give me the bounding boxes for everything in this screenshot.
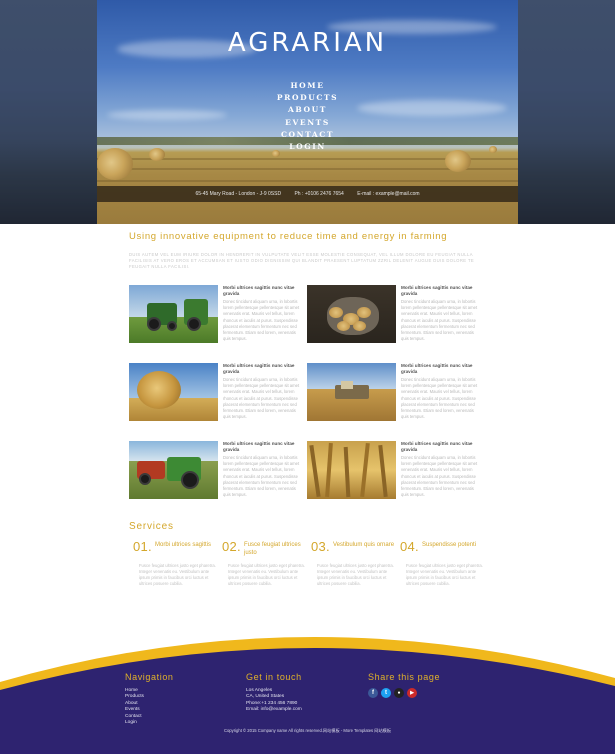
- service-text: Fusce feugiat ultrices justo eget pharet…: [139, 563, 216, 586]
- feature-card: Morbi ultrices sagittis nunc vitae gravi…: [129, 441, 304, 509]
- service-text: Fusce feugiat ultrices justo eget pharet…: [317, 563, 394, 586]
- nav-events[interactable]: EVENTS: [97, 117, 518, 129]
- main-nav: HOME PRODUCTS ABOUT EVENTS CONTACT LOGIN: [97, 80, 518, 153]
- harvester-image: [307, 363, 396, 421]
- wheat-image: [307, 441, 396, 499]
- feature-card: Morbi ultrices sagittis nunc vitae gravi…: [129, 285, 304, 353]
- social-icons: f t ● ▶: [368, 688, 440, 698]
- phone-text: Ph : +0106 2476 7654: [294, 191, 344, 197]
- email-text[interactable]: E-mail : example@mail.com: [357, 191, 419, 197]
- footer-share: Share this page f t ● ▶: [368, 672, 440, 698]
- flickr-icon[interactable]: ●: [394, 688, 404, 698]
- service-title[interactable]: Morbi ultrices sagittis: [155, 541, 221, 549]
- hero-banner: AGRARIAN HOME PRODUCTS ABOUT EVENTS CONT…: [97, 0, 518, 224]
- twitter-icon[interactable]: t: [381, 688, 391, 698]
- card-title[interactable]: Morbi ultrices sagittis nunc vitae gravi…: [401, 285, 482, 297]
- footer-navigation: Navigation Home Products About Events Co…: [125, 672, 174, 726]
- card-text: Donec tincidunt aliquam urna, in loborti…: [223, 299, 300, 342]
- card-text: Donec tincidunt aliquam urna, in loborti…: [401, 377, 478, 420]
- service-title[interactable]: Vestibulum quis ornare: [333, 541, 399, 549]
- feature-card: Morbi ultrices sagittis nunc vitae gravi…: [307, 285, 482, 353]
- card-text: Donec tincidunt aliquam urna, in loborti…: [401, 455, 478, 498]
- card-title[interactable]: Morbi ultrices sagittis nunc vitae gravi…: [401, 363, 482, 375]
- footer-contact-heading: Get in touch: [246, 672, 302, 682]
- card-title[interactable]: Morbi ultrices sagittis nunc vitae gravi…: [223, 285, 304, 297]
- nav-about[interactable]: ABOUT: [97, 104, 518, 116]
- youtube-icon[interactable]: ▶: [407, 688, 417, 698]
- service-number: 04.: [400, 539, 419, 554]
- feature-card: Morbi ultrices sagittis nunc vitae gravi…: [307, 441, 482, 509]
- service-text: Fusce feugiat ultrices justo eget pharet…: [228, 563, 305, 586]
- feature-card: Morbi ultrices sagittis nunc vitae gravi…: [307, 363, 482, 431]
- card-text: Donec tincidunt aliquam urna, in loborti…: [223, 377, 300, 420]
- contact-email[interactable]: Email: info@example.com: [246, 707, 302, 713]
- nav-contact[interactable]: CONTACT: [97, 129, 518, 141]
- service-title[interactable]: Suspendisse potenti: [422, 541, 488, 549]
- contact-bar: 65-45 Mary Road - London - J-9 0SSD Ph :…: [97, 186, 518, 202]
- site-logo[interactable]: AGRARIAN: [97, 28, 518, 58]
- footer-share-heading: Share this page: [368, 672, 441, 682]
- nav-products[interactable]: PRODUCTS: [97, 92, 518, 104]
- copyright-text: Copyright © 2015 Company name All rights…: [223, 728, 392, 733]
- facebook-icon[interactable]: f: [368, 688, 378, 698]
- intro-text: DUIS AUTEM VEL EUM IRIURE DOLOR IN HENDR…: [129, 252, 475, 269]
- tractor-image: [129, 441, 218, 499]
- tractor-image: [129, 285, 218, 343]
- card-title[interactable]: Morbi ultrices sagittis nunc vitae gravi…: [223, 363, 304, 375]
- address-text: 65-45 Mary Road - London - J-9 0SSD: [195, 191, 282, 197]
- intro-heading: Using innovative equipment to reduce tim…: [129, 231, 448, 242]
- footer-contact: Get in touch Los Angeles CA, United Stat…: [246, 672, 302, 714]
- hay-bale-image: [129, 363, 218, 421]
- potatoes-image: [307, 285, 396, 343]
- service-number: 03.: [311, 539, 330, 554]
- card-title[interactable]: Morbi ultrices sagittis nunc vitae gravi…: [223, 441, 304, 453]
- nav-home[interactable]: HOME: [97, 80, 518, 92]
- hay-bale-image: [445, 150, 471, 172]
- services-heading: Services: [129, 521, 174, 532]
- nav-login[interactable]: LOGIN: [97, 141, 518, 153]
- service-title[interactable]: Fusce feugiat ultrices justo: [244, 541, 310, 557]
- feature-card: Morbi ultrices sagittis nunc vitae gravi…: [129, 363, 304, 431]
- footer-nav-heading: Navigation: [125, 672, 174, 682]
- card-text: Donec tincidunt aliquam urna, in loborti…: [401, 299, 478, 342]
- card-title[interactable]: Morbi ultrices sagittis nunc vitae gravi…: [401, 441, 482, 453]
- service-number: 02.: [222, 539, 241, 554]
- card-text: Donec tincidunt aliquam urna, in loborti…: [223, 455, 300, 498]
- footer-link-login[interactable]: Login: [125, 720, 174, 726]
- service-number: 01.: [133, 539, 152, 554]
- service-text: Fusce feugiat ultrices justo eget pharet…: [406, 563, 483, 586]
